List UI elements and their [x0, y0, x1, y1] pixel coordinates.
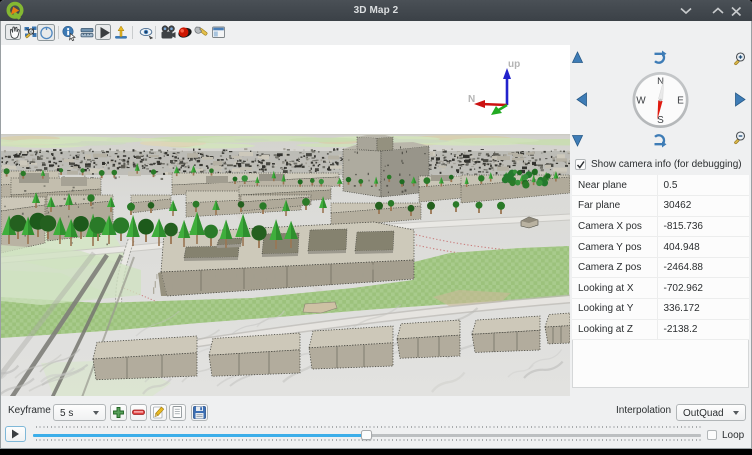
svg-text:up: up: [508, 59, 520, 70]
svg-text:N: N: [468, 94, 475, 105]
svg-text:E: E: [677, 96, 684, 107]
svg-text:W: W: [636, 96, 646, 107]
